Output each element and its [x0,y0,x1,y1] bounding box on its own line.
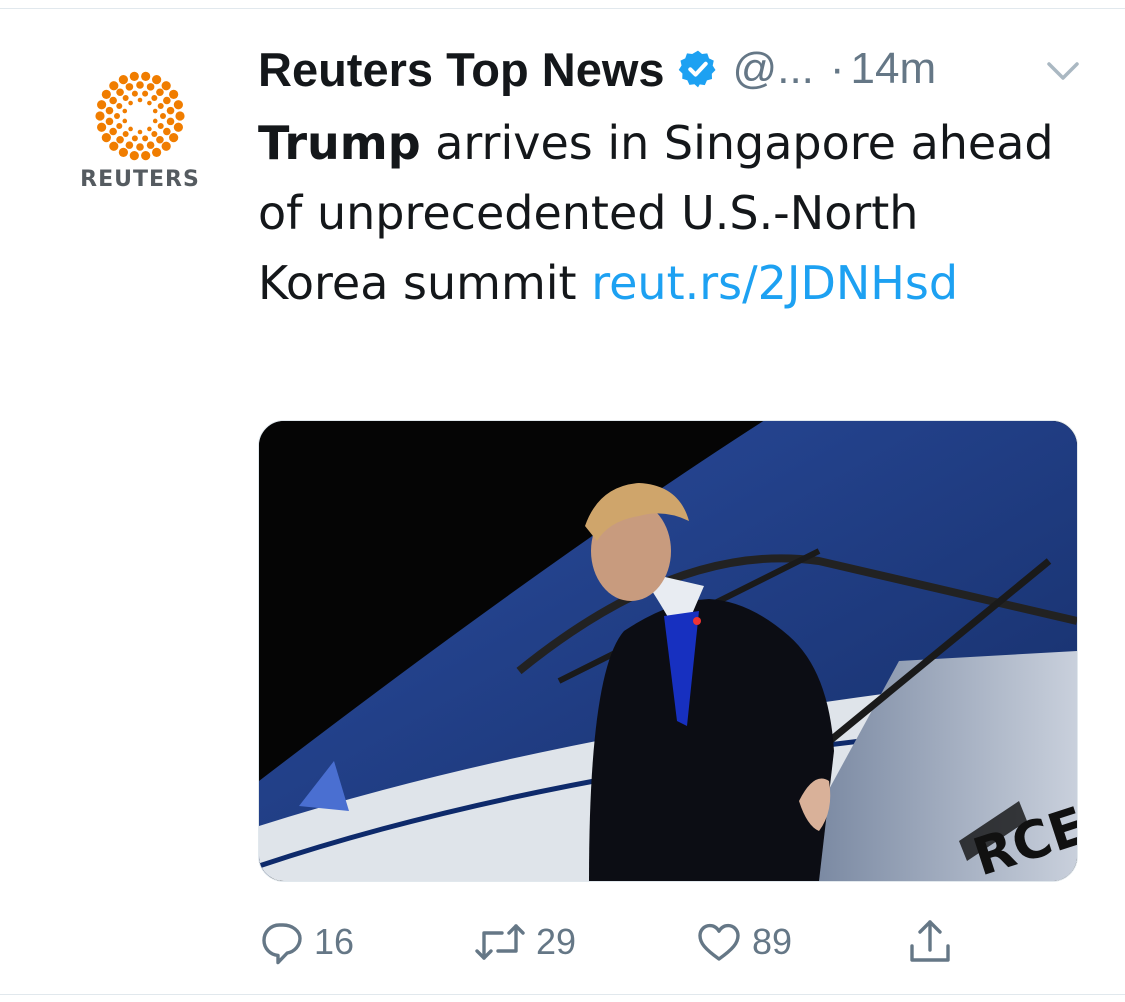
logo-dot [163,127,171,136]
tweet-text: Trump arrives in Singapore ahead of unpr… [258,108,1058,318]
logo-dot [129,150,139,161]
logo-dot [136,143,144,151]
logo-dot [122,95,129,102]
timestamp[interactable]: 14m [851,44,937,94]
separator-dot: · [829,44,845,93]
logo-dot [173,122,183,132]
logo-dot [152,147,162,157]
display-name[interactable]: Reuters Top News [258,42,665,97]
like-button[interactable]: 89 [694,914,792,970]
logo-dot [161,141,171,151]
chevron-down-icon[interactable] [1045,58,1081,84]
logo-dot [118,147,128,157]
logo-dot [142,135,149,142]
retweet-button[interactable]: 29 [472,914,576,970]
logo-dot [166,117,175,126]
logo-dot [95,111,105,121]
logo-dot [97,100,107,110]
logo-dot [116,135,124,144]
logo-dot [105,106,114,115]
logo-dot [125,141,134,149]
tweet-bold-word: Trump [258,116,421,170]
logo-dot [97,122,107,132]
logo-dot [151,95,158,102]
avatar[interactable]: REUTERS [74,66,206,206]
logo-dot [131,135,138,142]
logo-dot [157,122,164,129]
logo-dot [129,71,139,82]
logo-dot [128,126,133,132]
bottom-divider [0,994,1125,995]
logo-dot [116,88,124,97]
like-count: 89 [752,921,793,962]
verified-badge-icon [678,50,716,88]
like-icon [698,923,740,961]
logo-dot [122,108,128,114]
logo-dot [141,150,151,161]
logo-dot [173,100,183,110]
retweet-icon [475,924,525,960]
logo-dot [147,100,152,106]
logo-dot [137,129,143,135]
logo-dot [152,75,162,85]
action-bar: 16 29 89 [258,914,978,970]
top-divider [0,8,1125,9]
logo-dot [169,89,179,99]
logo-dot [152,118,158,124]
tweet-header: Reuters Top News @... · 14m [258,38,936,100]
share-icon [910,920,950,962]
reply-count: 16 [314,921,355,962]
logo-dot [137,97,143,103]
logo-dot [156,135,164,144]
handle[interactable]: @... [733,44,814,94]
share-button[interactable] [906,914,954,970]
avatar-logo-text: REUTERS [80,167,200,192]
logo-dot [146,141,155,149]
logo-dot [146,83,155,91]
logo-dot [142,90,149,97]
logo-dot [109,96,117,105]
logo-dot [152,108,158,114]
logo-dot [109,141,119,151]
logo-dot [169,133,179,143]
logo-dot [147,126,152,132]
logo-dot [175,111,185,121]
logo-dot [109,81,119,91]
reuters-logo-icon [95,71,185,161]
logo-dot [156,88,164,97]
tweet-photo[interactable]: RCE [258,420,1078,882]
logo-dot [141,71,151,82]
logo-dot [163,96,171,105]
reply-icon [262,923,302,965]
logo-dot [122,130,129,137]
logo-dot [160,113,166,119]
reply-button[interactable]: 16 [258,914,354,970]
photo-trump-plane-stairs: RCE [259,421,1077,881]
logo-dot [125,83,134,91]
logo-dot [101,89,111,99]
tweet-link[interactable]: reut.rs/2JDNHsd [591,256,958,310]
logo-dot [151,130,158,137]
logo-dot [114,113,120,119]
logo-dot [105,117,114,126]
logo-dot [131,90,138,97]
logo-dot [101,133,111,143]
logo-dot [157,103,164,110]
retweet-count: 29 [536,921,577,962]
logo-dot [166,106,175,115]
logo-dot [116,103,123,110]
logo-dot [118,75,128,85]
logo-dot [116,122,123,129]
logo-dot [128,100,133,106]
logo-dot [136,81,144,89]
logo-dot [161,81,171,91]
logo-dot [122,118,128,124]
logo-dot [109,127,117,136]
